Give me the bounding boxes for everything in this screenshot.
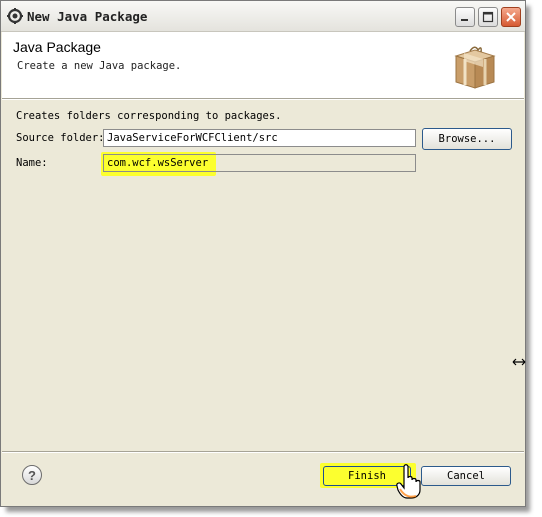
resize-cursor-icon <box>512 358 526 366</box>
maximize-button[interactable] <box>478 7 498 27</box>
name-label: Name: <box>16 157 48 169</box>
source-folder-label: Source folder: <box>16 132 105 144</box>
close-button[interactable] <box>501 7 521 27</box>
minimize-button[interactable] <box>455 7 475 27</box>
new-java-package-dialog: New Java Package Java Package Create a n… <box>0 0 526 507</box>
intro-text: Creates folders corresponding to package… <box>16 110 282 122</box>
help-button[interactable]: ? <box>22 465 42 485</box>
page-title: Java Package <box>13 39 101 55</box>
name-field[interactable]: com.wcf.wsServer <box>103 154 416 172</box>
eclipse-app-icon <box>7 8 23 24</box>
source-folder-field[interactable]: JavaServiceForWCFClient/src <box>103 129 416 147</box>
maximize-icon <box>482 11 494 23</box>
help-icon: ? <box>28 467 36 483</box>
footer-separator <box>2 451 524 453</box>
package-icon <box>454 46 496 89</box>
cancel-button[interactable]: Cancel <box>421 466 511 486</box>
title-bar[interactable]: New Java Package <box>1 1 525 32</box>
minimize-icon <box>461 19 468 21</box>
wizard-header: Java Package Create a new Java package. <box>2 32 524 98</box>
page-description: Create a new Java package. <box>17 60 182 72</box>
close-icon <box>506 12 516 22</box>
header-separator <box>2 98 524 100</box>
browse-button[interactable]: Browse... <box>422 128 512 150</box>
window-title: New Java Package <box>27 9 148 24</box>
hand-cursor-icon <box>396 464 421 499</box>
